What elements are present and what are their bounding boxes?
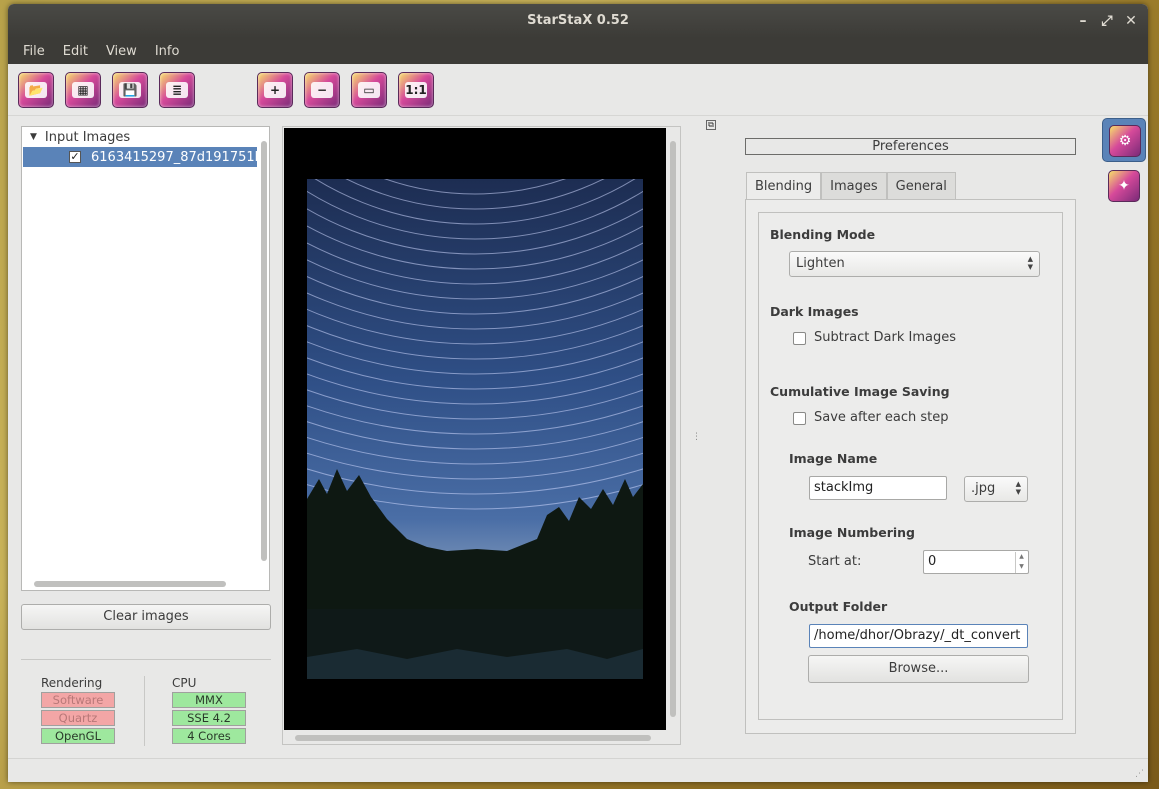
zoom-fit-button[interactable]: ▭ xyxy=(351,72,387,108)
zoom-out-button[interactable]: − xyxy=(304,72,340,108)
effects-panel-button[interactable]: ✦ xyxy=(1102,164,1146,208)
input-images-header[interactable]: ▼ Input Images xyxy=(22,127,269,147)
folder-open-icon: 📂 xyxy=(25,82,47,98)
start-at-label: Start at: xyxy=(808,554,862,569)
list-item[interactable]: ✓ 6163415297_87d191751b.j xyxy=(23,147,257,167)
tree-horizontal-scrollbar[interactable] xyxy=(34,581,226,587)
menu-view[interactable]: View xyxy=(97,44,146,59)
open-images-button[interactable]: 📂 xyxy=(18,72,54,108)
zoom-100-button[interactable]: 1:1 xyxy=(398,72,434,108)
open-darks-button[interactable]: ▦ xyxy=(65,72,101,108)
subtract-dark-label: Subtract Dark Images xyxy=(814,330,956,345)
image-name-label: Image Name xyxy=(789,451,878,466)
divider xyxy=(144,676,145,746)
output-folder-input[interactable]: /home/dhor/Obrazy/_dt_convert xyxy=(809,624,1028,648)
save-image-button[interactable]: 💾 xyxy=(112,72,148,108)
viewer-vertical-scrollbar[interactable] xyxy=(670,141,676,717)
preferences-title: Preferences xyxy=(745,138,1076,155)
output-folder-label: Output Folder xyxy=(789,599,888,614)
toolbar: 📂 ▦ 💾 ≣ + − ▭ 1:1 xyxy=(8,64,1148,116)
blending-mode-label: Blending Mode xyxy=(770,227,876,242)
start-at-spinbox[interactable]: 0 ▲ ▼ xyxy=(923,550,1029,574)
menu-bar: File Edit View Info xyxy=(8,38,1148,64)
sse-badge: SSE 4.2 xyxy=(172,710,246,726)
image-extension-select[interactable]: .jpg ▲ ▼ xyxy=(964,476,1028,502)
updown-arrows-icon: ▲ ▼ xyxy=(1027,255,1033,271)
image-filename: 6163415297_87d191751b.j xyxy=(91,149,257,165)
menu-file[interactable]: File xyxy=(14,44,54,59)
tab-general[interactable]: General xyxy=(886,172,956,200)
clear-images-button[interactable]: Clear images xyxy=(21,604,271,630)
preferences-tabs: Blending Images General xyxy=(746,172,956,201)
preferences-panel-icon: ⚙ xyxy=(1109,125,1141,157)
tree-vertical-scrollbar[interactable] xyxy=(261,141,267,561)
zoom-fit-icon: ▭ xyxy=(358,82,380,98)
menu-info[interactable]: Info xyxy=(146,44,189,59)
menu-edit[interactable]: Edit xyxy=(54,44,97,59)
minimize-icon[interactable]: – xyxy=(1076,4,1090,38)
close-icon[interactable]: ✕ xyxy=(1124,4,1138,38)
collapse-arrow-icon[interactable]: ▼ xyxy=(30,132,37,142)
blending-mode-select[interactable]: Lighten ▲ ▼ xyxy=(789,251,1040,277)
blending-settings-group: Blending Mode Lighten ▲ ▼ Dark Images Sub… xyxy=(758,212,1063,720)
cumulative-saving-label: Cumulative Image Saving xyxy=(770,384,950,399)
save-each-step-label: Save after each step xyxy=(814,410,949,425)
viewer-horizontal-scrollbar[interactable] xyxy=(295,735,651,741)
zoom-in-icon: + xyxy=(264,82,286,98)
input-images-tree[interactable]: ▼ Input Images ✓ 6163415297_87d191751b.j xyxy=(21,126,270,591)
zoom-in-button[interactable]: + xyxy=(257,72,293,108)
status-bar: ⋰ xyxy=(8,758,1148,782)
spin-arrows-icon[interactable]: ▲ ▼ xyxy=(1015,552,1027,573)
effects-panel-icon: ✦ xyxy=(1108,170,1140,202)
image-extension-value: .jpg xyxy=(971,481,996,496)
blending-mode-value: Lighten xyxy=(796,256,845,271)
window-controls: – ⤢ ✕ xyxy=(1076,4,1138,38)
dark-frame-icon: ▦ xyxy=(72,82,94,98)
blending-tab-panel: Blending Mode Lighten ▲ ▼ Dark Images Sub… xyxy=(745,199,1076,734)
subtract-dark-checkbox[interactable] xyxy=(793,332,806,345)
start-at-value: 0 xyxy=(928,554,937,569)
image-checkbox[interactable]: ✓ xyxy=(69,151,81,163)
software-badge: Software xyxy=(41,692,115,708)
window-title: StarStaX 0.52 xyxy=(527,13,629,28)
updown-arrows-icon: ▲ ▼ xyxy=(1015,480,1021,496)
quartz-badge: Quartz xyxy=(41,710,115,726)
tab-images[interactable]: Images xyxy=(821,172,887,200)
cores-badge: 4 Cores xyxy=(172,728,246,744)
divider xyxy=(21,659,271,660)
rendering-label: Rendering xyxy=(41,676,103,690)
preferences-panel-button[interactable]: ⚙ xyxy=(1102,118,1146,162)
app-window: StarStaX 0.52 – ⤢ ✕ File Edit View Info … xyxy=(8,4,1148,782)
browse-button[interactable]: Browse... xyxy=(808,655,1029,683)
image-numbering-label: Image Numbering xyxy=(789,525,915,540)
cpu-status: CPU MMX SSE 4.2 4 Cores xyxy=(172,676,246,746)
start-processing-button[interactable]: ≣ xyxy=(159,72,195,108)
title-bar: StarStaX 0.52 – ⤢ ✕ xyxy=(8,4,1148,38)
star-trails-graphic xyxy=(307,179,643,679)
zoom-actual-icon: 1:1 xyxy=(405,82,427,98)
zoom-out-icon: − xyxy=(311,82,333,98)
splitter-handle[interactable]: ⋮ xyxy=(692,432,701,442)
opengl-badge: OpenGL xyxy=(41,728,115,744)
image-name-input[interactable]: stackImg xyxy=(809,476,947,500)
save-each-step-checkbox[interactable] xyxy=(793,412,806,425)
rendering-status: Rendering Software Quartz OpenGL xyxy=(41,676,115,746)
mmx-badge: MMX xyxy=(172,692,246,708)
maximize-icon[interactable]: ⤢ xyxy=(1100,4,1114,38)
save-icon: 💾 xyxy=(119,82,141,98)
dark-images-label: Dark Images xyxy=(770,304,859,319)
tab-blending[interactable]: Blending xyxy=(746,172,822,201)
image-canvas[interactable] xyxy=(284,128,666,730)
star-trails-image xyxy=(307,179,643,679)
cpu-label: CPU xyxy=(172,676,197,690)
undock-icon[interactable]: ⧉ xyxy=(706,120,716,130)
input-images-label: Input Images xyxy=(44,129,131,145)
stack-icon: ≣ xyxy=(166,82,188,98)
image-viewer[interactable] xyxy=(282,126,681,745)
resize-grip-icon[interactable]: ⋰ xyxy=(1135,769,1144,779)
